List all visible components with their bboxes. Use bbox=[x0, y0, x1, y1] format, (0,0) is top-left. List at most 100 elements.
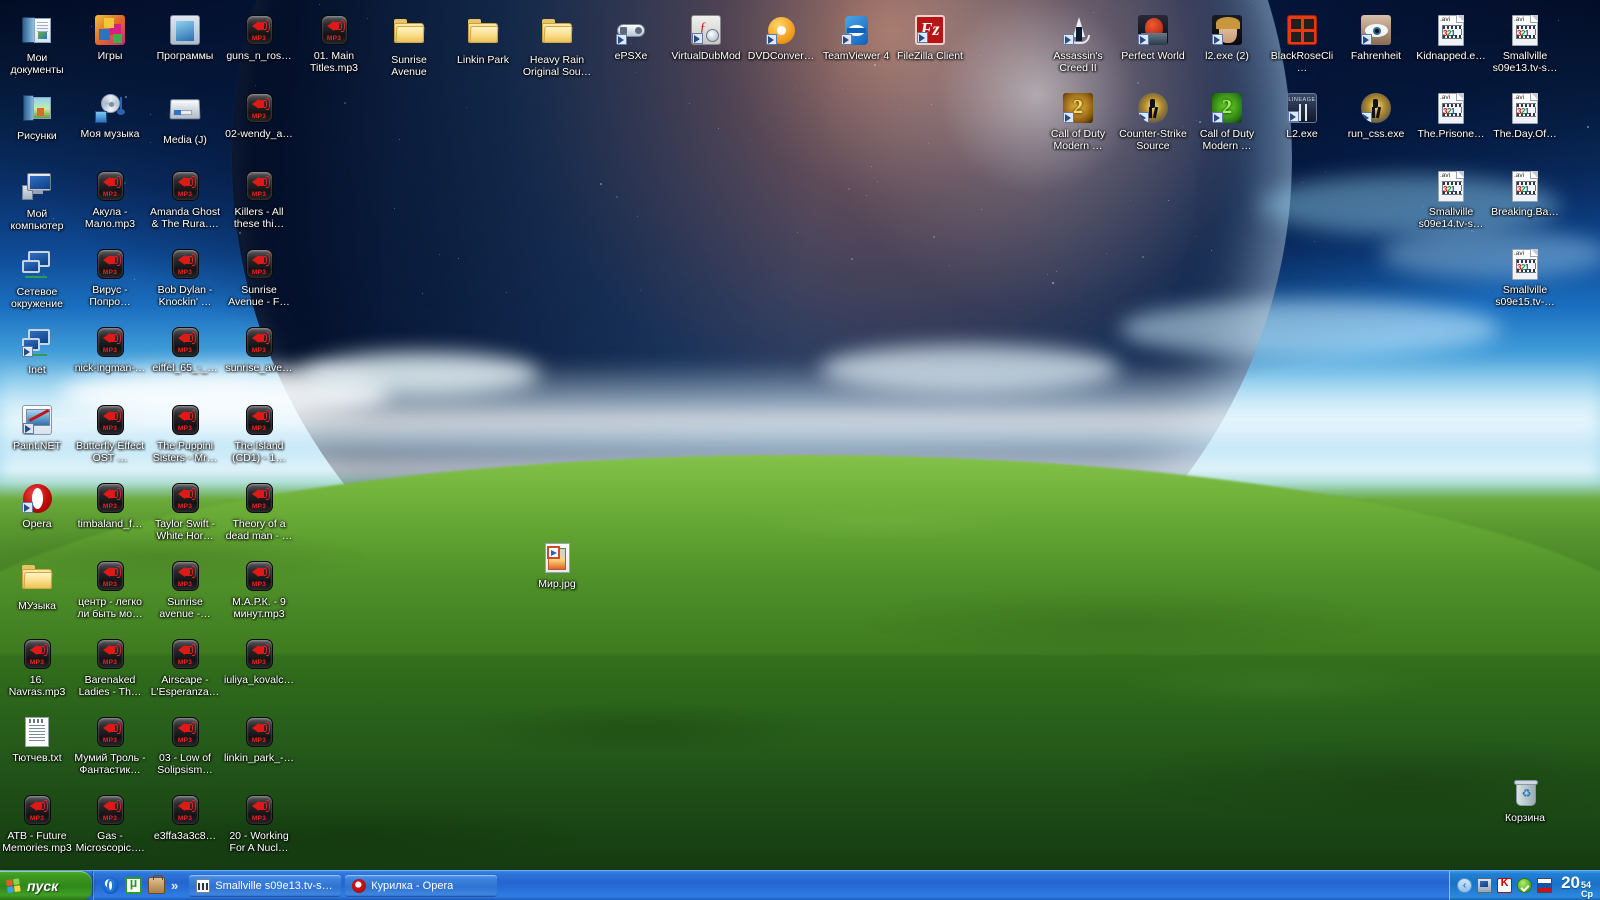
tray-language-flag-icon[interactable] bbox=[1537, 878, 1552, 893]
my-pictures[interactable]: Рисунки bbox=[0, 92, 74, 142]
quicklaunch-utorrent-icon[interactable] bbox=[125, 877, 142, 894]
killers-mp3[interactable]: MP3 Killers - All these thi… bbox=[222, 170, 296, 230]
quick-launch-bar[interactable]: » bbox=[92, 871, 183, 900]
bob-dylan-mp3[interactable]: MP3 Bob Dylan - Knockin' … bbox=[148, 248, 222, 308]
network-places[interactable]: Сетевое окружение bbox=[0, 248, 74, 310]
filezilla-shortcut[interactable]: Fz FileZilla Client bbox=[893, 14, 967, 62]
dvdconverter-shortcut[interactable]: DVDConver… bbox=[744, 14, 818, 62]
tray-network-icon[interactable] bbox=[1477, 878, 1492, 893]
l2-exe-2-shortcut[interactable]: l2.exe (2) bbox=[1190, 14, 1264, 62]
quicklaunch-briefcase-icon[interactable] bbox=[148, 877, 165, 894]
task-button-smallville[interactable]: Smallville s09e13.tv-s… bbox=[189, 875, 341, 897]
linkin-park-mp3[interactable]: MP3 linkin_park_-… bbox=[222, 716, 296, 764]
perfect-world-shortcut[interactable]: Perfect World bbox=[1116, 14, 1190, 62]
amanda-ghost-mp3[interactable]: MP3 Amanda Ghost & The Rura…. bbox=[148, 170, 222, 230]
the-island-cd1-mp3[interactable]: MP3 The Island (CD1) - 1… bbox=[222, 404, 296, 464]
my-music[interactable]: Моя музыка bbox=[73, 92, 147, 140]
atb-future-memories-mp3[interactable]: MP3 ATB - Future Memories.mp3 bbox=[0, 794, 74, 854]
main-titles-mp3[interactable]: MP3 01. Main Titles.mp3 bbox=[297, 14, 371, 74]
smallville-s09e13-avi[interactable]: .avi 321 Smallville s09e13.tv-s… bbox=[1488, 14, 1562, 74]
tray-shield-icon[interactable] bbox=[1517, 878, 1532, 893]
low-of-solipsism-mp3[interactable]: MP3 03 - Low of Solipsism… bbox=[148, 716, 222, 776]
tray-expand-icon[interactable]: ‹ bbox=[1457, 878, 1472, 893]
gas-microscopic-mp3[interactable]: MP3 Gas - Microscopic…. bbox=[73, 794, 147, 854]
dvd-converter-icon bbox=[765, 15, 797, 47]
airscape-esperanza-mp3[interactable]: MP3 Airscape - L'Esperanza… bbox=[148, 638, 222, 698]
blackroseclient-shortcut[interactable]: BlackRoseCli… bbox=[1265, 14, 1339, 74]
tyutchev-txt[interactable]: Тютчев.txt bbox=[0, 716, 74, 764]
l2-exe-shortcut[interactable]: LINEAGE L2.exe bbox=[1265, 92, 1339, 140]
mumiy-trol-mp3[interactable]: MP3 Мумий Троль - Фантастик… bbox=[73, 716, 147, 776]
star bbox=[1314, 241, 1315, 242]
iuliya-kovalc-mp3[interactable]: MP3 iuliya_kovalc… bbox=[222, 638, 296, 686]
quick-launch-expand-icon[interactable]: » bbox=[171, 877, 178, 894]
epsxe-shortcut[interactable]: ePSXe bbox=[594, 14, 668, 62]
cod-modern-warfare-shortcut[interactable]: 2 Call of Duty Modern … bbox=[1041, 92, 1115, 152]
e3ffa3a3c8-mp3[interactable]: MP3 e3ffa3a3c8… bbox=[148, 794, 222, 842]
mir-jpg[interactable]: Мир.jpg bbox=[520, 542, 594, 590]
my-documents-icon bbox=[21, 17, 53, 49]
teamviewer-shortcut[interactable]: TeamViewer 4 bbox=[819, 14, 893, 62]
task-button-label: Курилка - Opera bbox=[371, 880, 453, 892]
virtualdubmod-shortcut[interactable]: ƒ VirtualDubMod bbox=[669, 14, 743, 62]
centr-legko-mp3[interactable]: MP3 центр - легко ли быть мо… bbox=[73, 560, 147, 620]
kidnapped-avi[interactable]: .avi 321 Kidnapped.e… bbox=[1414, 14, 1488, 62]
system-tray[interactable]: ‹ 20 54 Ср bbox=[1449, 871, 1600, 900]
recycle-bin[interactable]: ♻ Корзина bbox=[1488, 776, 1562, 824]
virtualdub-icon: ƒ bbox=[691, 15, 721, 45]
taskbar-clock[interactable]: 20 54 Ср bbox=[1557, 873, 1593, 899]
start-button[interactable]: пуск bbox=[0, 871, 92, 900]
barenaked-ladies-mp3[interactable]: MP3 Barenaked Ladies - Th… bbox=[73, 638, 147, 698]
programs-folder[interactable]: Программы bbox=[148, 14, 222, 62]
sunrise-avenue-folder[interactable]: Sunrise Avenue bbox=[372, 14, 446, 78]
inet-shortcut[interactable]: Inet bbox=[0, 326, 74, 376]
smallville-s09e15-avi[interactable]: .avi 321 Smallville s09e15.tv-… bbox=[1488, 248, 1562, 308]
task-button-list[interactable]: Smallville s09e13.tv-s… Курилка - Opera bbox=[183, 871, 1449, 900]
heavy-rain-ost-folder[interactable]: Heavy Rain Original Sou… bbox=[520, 14, 594, 78]
paint-net[interactable]: Paint.NET bbox=[0, 404, 74, 452]
sunrise-ave-mp3[interactable]: MP3 sunrise_ave… bbox=[222, 326, 296, 374]
taylor-swift-mp3[interactable]: MP3 Taylor Swift - White Hor… bbox=[148, 482, 222, 542]
fahrenheit-shortcut[interactable]: Fahrenheit bbox=[1339, 14, 1413, 62]
the-day-of-avi[interactable]: .avi 321 The.Day.Of… bbox=[1488, 92, 1562, 140]
icon-label: Assassin's Creed II bbox=[1041, 50, 1115, 74]
akula-malo-mp3[interactable]: MP3 Акула - Мало.mp3 bbox=[73, 170, 147, 230]
muzyka-folder[interactable]: МУзыка bbox=[0, 560, 74, 612]
sunrise-avenue-mp3[interactable]: MP3 Sunrise avenue -… bbox=[148, 560, 222, 620]
desktop[interactable]: Мои документы Игры Программы MP3 guns_n_ros… bbox=[0, 0, 1600, 900]
nick-ingman-mp3[interactable]: MP3 nick-ingman-… bbox=[73, 326, 147, 374]
mp3-icon: MP3 bbox=[172, 249, 199, 279]
the-prisoner-avi[interactable]: .avi 321 The.Prisone… bbox=[1414, 92, 1488, 140]
l2-portrait-icon bbox=[1211, 15, 1243, 47]
linkin-park-folder[interactable]: Linkin Park bbox=[446, 14, 520, 66]
working-for-a-nucl-mp3[interactable]: MP3 20 - Working For A Nucl… bbox=[222, 794, 296, 854]
opera-browser[interactable]: Opera bbox=[0, 482, 74, 530]
counter-strike-source-shortcut[interactable]: Counter-Strike Source bbox=[1116, 92, 1190, 152]
cod-modern-warfare-2-shortcut[interactable]: 2 Call of Duty Modern … bbox=[1190, 92, 1264, 152]
assassins-creed-2-shortcut[interactable]: Assassin's Creed II bbox=[1041, 14, 1115, 74]
guns-n-roses-mp3[interactable]: MP3 guns_n_ros… bbox=[222, 14, 296, 62]
my-computer[interactable]: Мой компьютер bbox=[0, 170, 74, 232]
sunrise-avenue-f-mp3[interactable]: MP3 Sunrise Avenue - F… bbox=[222, 248, 296, 308]
navras-mp3[interactable]: MP3 16. Navras.mp3 bbox=[0, 638, 74, 698]
wendy-mp3[interactable]: MP3 02-wendy_a… bbox=[222, 92, 296, 140]
taskbar[interactable]: пуск » Smallville s09e13.tv-s… Курилка -… bbox=[0, 870, 1600, 900]
task-button-opera[interactable]: Курилка - Opera bbox=[345, 875, 497, 897]
tray-kaspersky-icon[interactable] bbox=[1497, 878, 1512, 893]
filezilla-icon: Fz bbox=[915, 15, 945, 45]
theory-of-a-dead-man-mp3[interactable]: MP3 Theory of a dead man - … bbox=[222, 482, 296, 542]
media-drive-j[interactable]: Media (J) bbox=[148, 92, 222, 146]
run-css-exe-shortcut[interactable]: run_css.exe bbox=[1339, 92, 1413, 140]
timbaland-mp3[interactable]: MP3 timbaland_f… bbox=[73, 482, 147, 530]
quicklaunch-opera-icon[interactable] bbox=[102, 877, 119, 894]
games-folder[interactable]: Игры bbox=[73, 14, 147, 62]
puppini-sisters-mp3[interactable]: MP3 The Puppini Sisters - Mr… bbox=[148, 404, 222, 464]
breaking-bad-avi[interactable]: .avi 321 Breaking.Ba… bbox=[1488, 170, 1562, 218]
mark-9-minut-mp3[interactable]: MP3 М.А.Р.К. - 9 минут.mp3 bbox=[222, 560, 296, 620]
butterfly-effect-ost-mp3[interactable]: MP3 Butterfly Effect OST … bbox=[73, 404, 147, 464]
icon-label: e3ffa3a3c8… bbox=[148, 830, 222, 842]
smallville-s09e14-avi[interactable]: .avi 321 Smallville s09e14.tv-s… bbox=[1414, 170, 1488, 230]
virus-popro-mp3[interactable]: MP3 Вирус - Попро… bbox=[73, 248, 147, 308]
my-documents[interactable]: Мои документы bbox=[0, 14, 74, 76]
eiffel-65-mp3[interactable]: MP3 eiffel_65_-_… bbox=[148, 326, 222, 374]
